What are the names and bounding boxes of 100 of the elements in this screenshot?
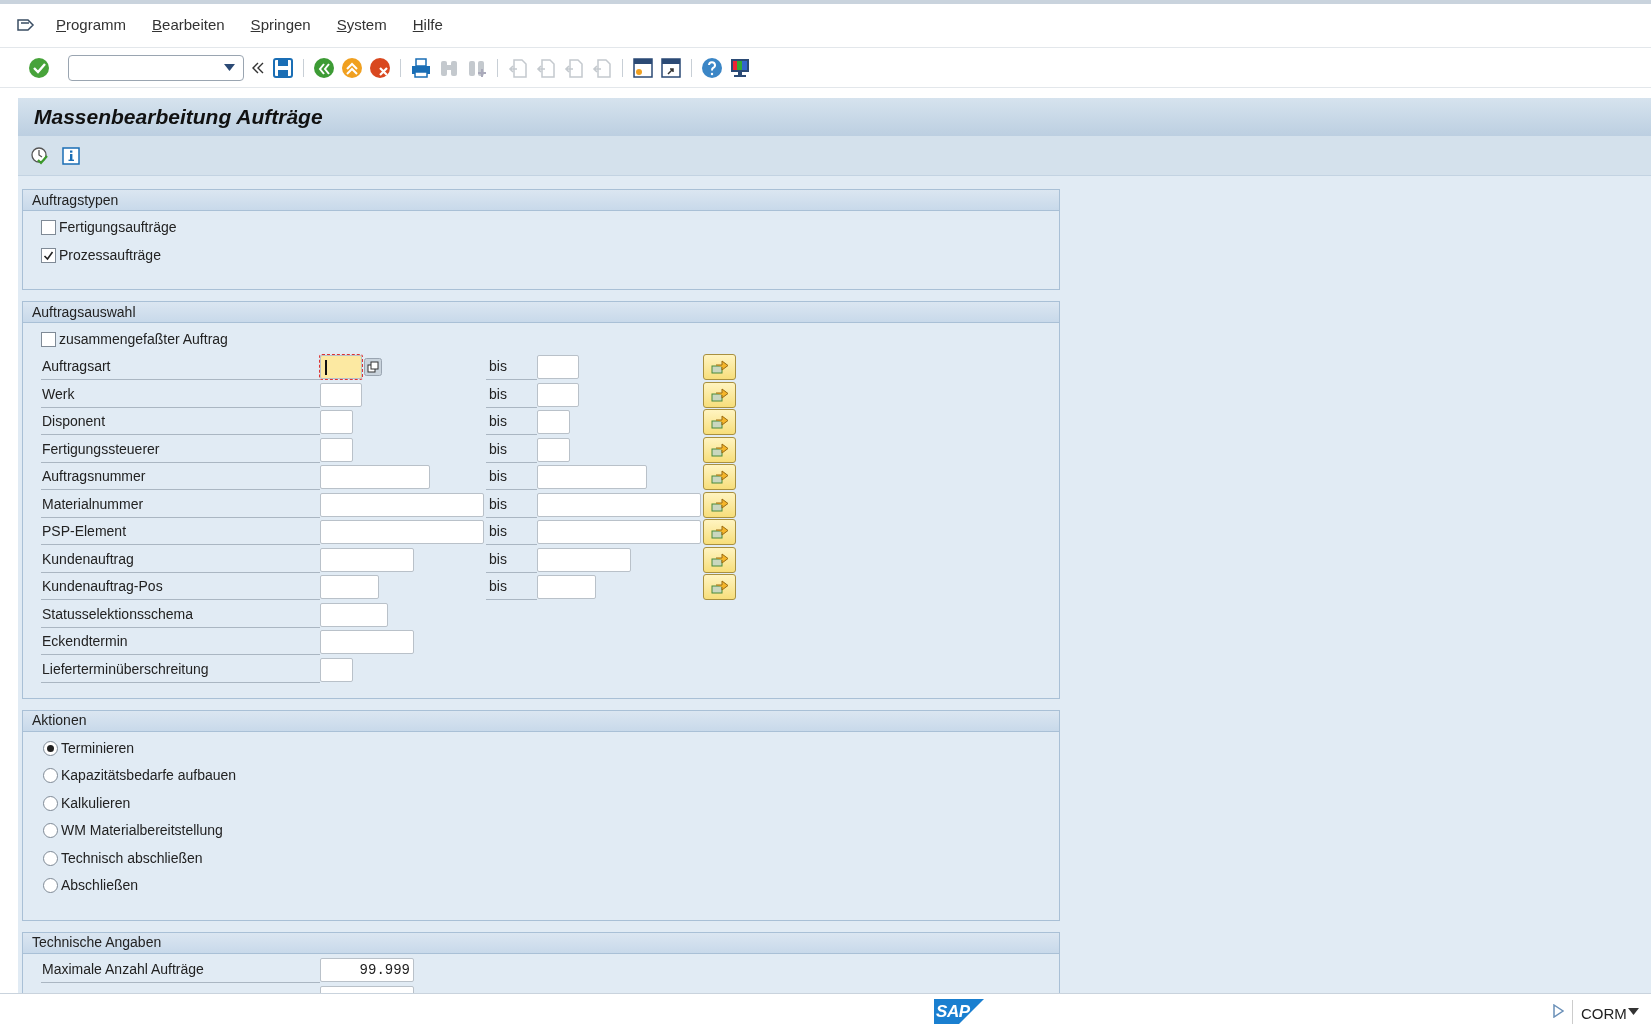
field-label: Fertigungssteuerer: [41, 436, 320, 463]
input-field[interactable]: [537, 520, 701, 545]
input-field[interactable]: [320, 465, 430, 490]
menu-item[interactable]: Hilfe: [412, 14, 443, 37]
input-field[interactable]: [320, 492, 484, 517]
field-label: Auftragsart: [41, 354, 320, 381]
input-field[interactable]: [320, 630, 414, 655]
execute-icon[interactable]: [30, 145, 50, 166]
radio-label: Kalkulieren: [61, 793, 131, 813]
command-field[interactable]: [68, 54, 244, 81]
group-title: Auftragstypen: [32, 190, 119, 210]
checkbox-label: Fertigungsaufträge: [59, 218, 177, 238]
logo: SAP: [934, 999, 984, 1024]
multiple-selection-button[interactable]: [703, 546, 736, 573]
input-field[interactable]: [320, 602, 388, 627]
menu-item[interactable]: Programm: [56, 14, 127, 37]
input-field[interactable]: [537, 465, 647, 490]
dropdown-icon: [224, 64, 235, 71]
radio-button[interactable]: [43, 850, 58, 866]
input-field[interactable]: [537, 547, 631, 572]
input-field[interactable]: [537, 355, 579, 380]
system-name[interactable]: CORM: [1581, 1003, 1627, 1026]
arrow-into-box-icon: [710, 524, 729, 541]
field-label: Kundenauftrag: [41, 546, 320, 573]
multiple-selection-button[interactable]: [703, 354, 736, 381]
menu-item[interactable]: System: [336, 14, 387, 37]
field-label: Kundenauftrag-Pos: [41, 574, 320, 601]
input-field[interactable]: [537, 382, 579, 407]
radio-button[interactable]: [43, 878, 58, 894]
arrow-into-box-icon: [710, 414, 729, 431]
input-field[interactable]: [320, 520, 484, 545]
menu-icon[interactable]: [16, 17, 36, 34]
arrow-into-box-icon: [710, 469, 729, 486]
arrow-into-box-icon: [710, 551, 729, 568]
dropdown-icon[interactable]: [1628, 1008, 1639, 1015]
input-field[interactable]: [320, 355, 362, 380]
value-help-icon[interactable]: [364, 358, 382, 377]
save-icon[interactable]: [272, 56, 294, 79]
cancel-icon[interactable]: [369, 56, 391, 79]
next-page-icon[interactable]: [563, 56, 585, 79]
field-label: Auftragsnummer: [41, 464, 320, 491]
previous-page-icon[interactable]: [535, 56, 557, 79]
input-field[interactable]: [320, 547, 414, 572]
multiple-selection-button[interactable]: [703, 381, 736, 408]
checkbox[interactable]: [41, 247, 56, 263]
group-title: Technische Angaben: [32, 933, 162, 952]
input-field[interactable]: [320, 437, 353, 462]
play-icon[interactable]: [1552, 1004, 1564, 1018]
print-icon[interactable]: [410, 56, 432, 79]
multiple-selection-button[interactable]: [703, 464, 736, 491]
screen-title: Massenbearbeitung Aufträge: [34, 104, 323, 131]
help-icon[interactable]: [701, 56, 723, 79]
checkbox-label: Prozessaufträge: [59, 245, 161, 265]
input-field[interactable]: [320, 382, 362, 407]
radio-button[interactable]: [43, 740, 58, 756]
radio-label: Terminieren: [61, 738, 135, 758]
field-label: Werk: [41, 381, 320, 408]
field-label: Disponent: [41, 409, 320, 436]
field-label: PSP-Element: [41, 519, 320, 546]
radio-label: Abschließen: [61, 876, 139, 896]
last-page-icon[interactable]: [591, 56, 613, 79]
group-title: Auftragsauswahl: [32, 302, 136, 322]
multiple-selection-button[interactable]: [703, 409, 736, 436]
multiple-selection-button[interactable]: [703, 491, 736, 518]
input-field[interactable]: [537, 437, 570, 462]
back-icon[interactable]: [313, 56, 335, 79]
arrow-into-box-icon: [710, 441, 729, 458]
arrow-into-box-icon: [710, 496, 729, 513]
checkmark-icon[interactable]: [28, 56, 50, 79]
new-window-icon[interactable]: [632, 56, 654, 79]
radio-button[interactable]: [43, 768, 58, 784]
radio-label: Kapazitätsbedarfe aufbauen: [61, 766, 237, 786]
group-title: Aktionen: [32, 711, 87, 730]
multiple-selection-button[interactable]: [703, 436, 736, 463]
input-field[interactable]: [537, 492, 701, 517]
first-page-icon[interactable]: [507, 56, 529, 79]
shortcut-icon[interactable]: [660, 56, 682, 79]
checkbox[interactable]: [41, 332, 56, 348]
arrow-into-box-icon: [710, 359, 729, 376]
multiple-selection-button[interactable]: [703, 574, 736, 601]
checkbox[interactable]: [41, 220, 56, 236]
input-field[interactable]: [537, 575, 596, 600]
radio-label: Technisch abschließen: [61, 848, 203, 868]
field-label: Materialnummer: [41, 491, 320, 518]
input-field[interactable]: 99.999: [320, 958, 414, 983]
exit-icon[interactable]: [341, 56, 363, 79]
field-label: Maximale Anzahl Aufträge: [41, 957, 320, 984]
input-field[interactable]: [537, 410, 570, 435]
menu-item[interactable]: Springen: [250, 14, 311, 37]
input-field[interactable]: [320, 575, 379, 600]
radio-button[interactable]: [43, 795, 58, 811]
input-field[interactable]: [320, 410, 353, 435]
multiple-selection-button[interactable]: [703, 519, 736, 546]
input-field[interactable]: [320, 657, 353, 682]
checkbox-label: zusammengefaßter Auftrag: [59, 330, 228, 350]
menu-item[interactable]: Bearbeiten: [152, 14, 225, 37]
arrow-into-box-icon: [710, 579, 729, 596]
radio-button[interactable]: [43, 823, 58, 839]
monitor-icon[interactable]: [729, 56, 751, 79]
info-icon[interactable]: [62, 146, 80, 165]
